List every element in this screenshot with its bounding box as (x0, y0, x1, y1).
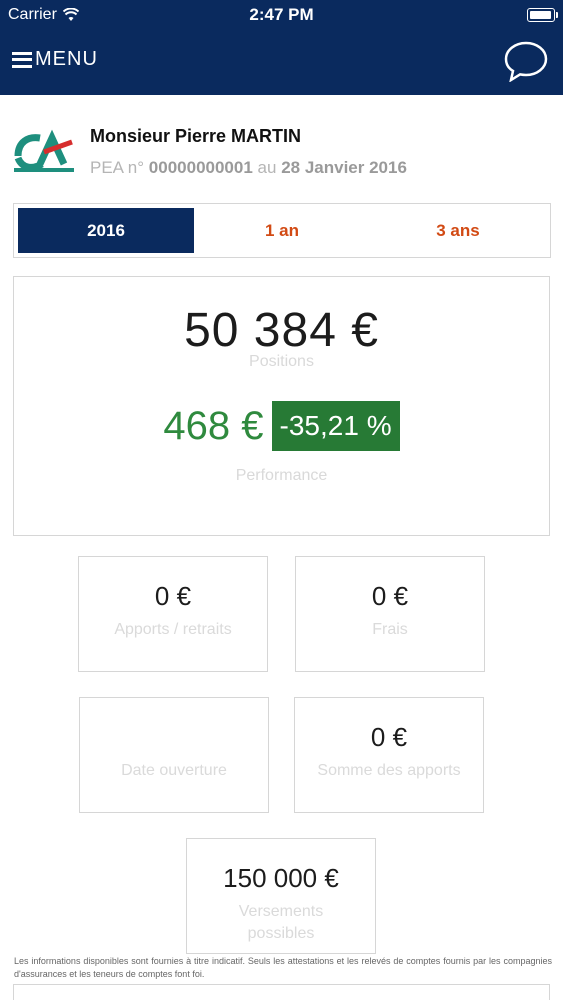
battery-fill (530, 11, 551, 19)
stat-date-ouverture: Date ouverture (79, 697, 269, 813)
credit-agricole-logo (14, 128, 78, 174)
account-info: Monsieur Pierre MARTIN PEA n° 0000000000… (14, 122, 554, 182)
menu-label: MENU (35, 48, 98, 70)
account-date-prefix: au (257, 158, 277, 177)
battery-icon (527, 8, 558, 22)
stat-value: 0 € (154, 581, 192, 611)
period-tabs: 2016 1 an 3 ans (13, 203, 551, 258)
app-header: MENU (0, 30, 563, 95)
performance-percent-badge: -35,21 % (271, 401, 400, 451)
account-type: PEA n° (90, 158, 145, 177)
status-time: 2:47 PM (249, 5, 314, 24)
tab-2016[interactable]: 2016 (18, 208, 194, 253)
tab-3-ans[interactable]: 3 ans (370, 208, 546, 253)
chat-bubble-icon[interactable] (503, 40, 549, 83)
stat-label: Frais (372, 621, 408, 638)
tab-1-an[interactable]: 1 an (194, 208, 370, 253)
positions-label: Positions (249, 353, 314, 370)
account-number: 00000000001 (148, 158, 253, 177)
account-owner-name: Monsieur Pierre MARTIN (90, 126, 302, 146)
stat-value: 0 € (371, 581, 409, 611)
stat-value: 0 € (370, 722, 408, 752)
menu-button[interactable]: MENU (12, 48, 98, 71)
stat-label: Somme des apports (317, 762, 461, 779)
bottom-panel (13, 984, 550, 1000)
stat-label: Apports / retraits (114, 621, 232, 638)
disclaimer-text: Les informations disponibles sont fourni… (14, 956, 552, 979)
stat-label: Versements possibles (238, 903, 324, 942)
performance-value: 468 € (163, 403, 264, 448)
stat-value: 150 000 € (223, 863, 339, 893)
performance-label: Performance (235, 467, 328, 484)
stat-versements-possibles: 150 000 € Versements possibles (186, 838, 376, 954)
performance-row: 468 € -35,21 % (14, 401, 549, 451)
status-bar: Carrier 2:47 PM (0, 0, 563, 30)
account-date: 28 Janvier 2016 (281, 158, 407, 177)
stat-somme-des-apports: 0 € Somme des apports (294, 697, 484, 813)
stat-frais: 0 € Frais (295, 556, 485, 672)
stat-label: Date ouverture (121, 762, 227, 779)
stat-apports-retraits: 0 € Apports / retraits (78, 556, 268, 672)
hamburger-icon (12, 51, 32, 68)
summary-card: 50 384 € Positions 468 € -35,21 % Perfor… (13, 276, 550, 536)
account-line: PEA n° 00000000001 au 28 Janvier 2016 (90, 158, 407, 178)
positions-value: 50 384 € (184, 304, 379, 357)
